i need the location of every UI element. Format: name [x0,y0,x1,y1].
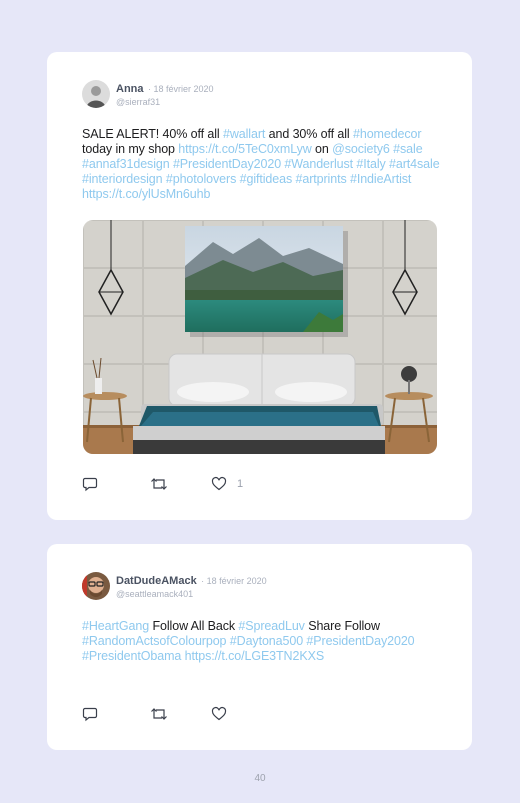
text-segment: Share Follow [304,619,380,633]
tweet-media-image[interactable] [83,220,437,454]
url-link[interactable]: https://t.co/5TeC0xmLyw [178,142,312,156]
text-segment: Follow All Back [149,619,239,633]
retweet-icon [151,478,167,490]
tweet-actions [82,706,237,722]
text-segment: SALE ALERT! 40% off all [82,127,223,141]
tweet-header: DatDudeAMack · 18 février 2020 @seattlea… [82,572,267,601]
tweet-date: 18 février 2020 [206,576,267,586]
author-handle[interactable]: @sierraf31 [116,96,214,109]
reply-icon [82,477,98,492]
tweet-card: Anna · 18 février 2020 @sierraf31 SALE A… [47,52,472,520]
tweet-card: DatDudeAMack · 18 février 2020 @seattlea… [47,544,472,750]
text-segment: and 30% off all [265,127,353,141]
text-segment: on [311,142,333,156]
reply-button[interactable] [82,706,98,722]
hashtag-link[interactable]: #homedecor [353,127,422,141]
text-segment: today in my shop [82,142,179,156]
tweet-actions: 1 [82,476,243,492]
retweet-button[interactable] [150,706,168,722]
author-handle[interactable]: @seattleamack401 [116,588,267,601]
tweet-date: 18 février 2020 [153,84,214,94]
retweet-button[interactable] [150,476,168,492]
reply-button[interactable] [82,476,98,492]
heart-icon [211,476,227,491]
retweet-icon [151,708,167,720]
page-number: 40 [254,773,266,784]
heart-icon [211,706,227,721]
tweet-text: #HeartGang Follow All Back #SpreadLuv Sh… [82,619,442,664]
hashtag-link[interactable]: #SpreadLuv [238,619,305,633]
hashtag-link[interactable]: #wallart [223,127,265,141]
author-name[interactable]: Anna [116,83,144,95]
like-button[interactable]: 1 [211,476,243,492]
avatar[interactable] [82,80,110,108]
hashtag-links[interactable]: #RandomActsofColourpop #Daytona500 #Pres… [82,634,415,663]
like-count: 1 [237,478,244,490]
like-button[interactable] [211,706,237,722]
hashtag-link[interactable]: #HeartGang [82,619,149,633]
tweet-header: Anna · 18 février 2020 @sierraf31 [82,80,214,109]
reply-icon [82,707,98,722]
tweet-text: SALE ALERT! 40% off all #wallart and 30%… [82,127,442,202]
author-name[interactable]: DatDudeAMack [116,575,197,587]
avatar[interactable] [82,572,110,600]
